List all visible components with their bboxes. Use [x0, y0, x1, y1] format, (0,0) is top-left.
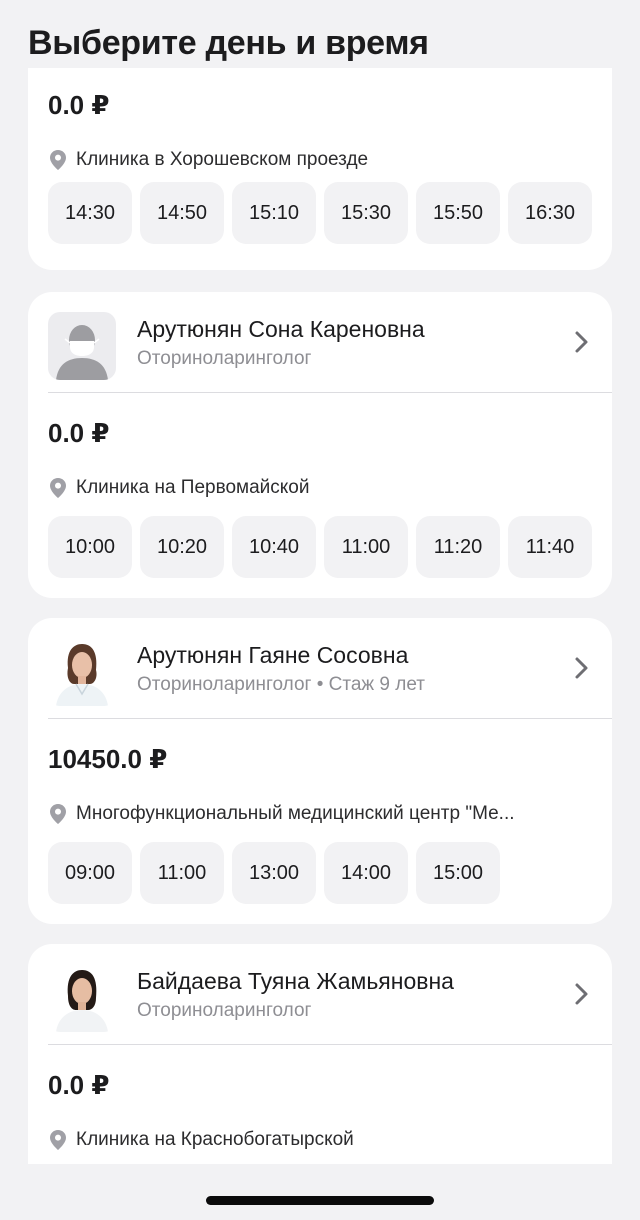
time-slots: 14:30 14:50 15:10 15:30 15:50 16:30	[48, 182, 608, 244]
chevron-right-icon	[575, 331, 588, 353]
doctor-name: Байдаева Туяна Жамьяновна	[137, 968, 454, 994]
time-slot[interactable]: 11:40	[508, 516, 592, 578]
clinic-address[interactable]: Клиника на Первомайской	[50, 476, 595, 500]
doctor-specialty: Оториноларинголог	[137, 348, 312, 369]
doctor-name: Арутюнян Сона Кареновна	[137, 316, 425, 342]
time-slot[interactable]: 09:00	[48, 842, 132, 904]
time-slot[interactable]: 16:30	[508, 182, 592, 244]
chevron-right-icon	[575, 983, 588, 1005]
page-title: Выберите день и время	[28, 24, 429, 62]
screen: Выберите день и время 0.0 ₽ Клиника в Хо…	[0, 0, 640, 1220]
time-slot[interactable]: 13:00	[232, 842, 316, 904]
time-slot[interactable]: 14:00	[324, 842, 408, 904]
location-pin-icon	[50, 1130, 66, 1150]
time-slot[interactable]: 15:50	[416, 182, 500, 244]
time-slot[interactable]: 11:20	[416, 516, 500, 578]
clinic-address[interactable]: Клиника на Краснобогатырской	[50, 1128, 595, 1152]
price: 0.0 ₽	[48, 90, 110, 120]
time-slot[interactable]: 15:30	[324, 182, 408, 244]
doctor-header[interactable]: Арутюнян Гаяне Сосовна Оториноларинголог…	[28, 618, 612, 719]
time-slot[interactable]: 10:20	[140, 516, 224, 578]
doctor-card: Арутюнян Гаяне Сосовна Оториноларинголог…	[28, 618, 612, 924]
doctor-list[interactable]: 0.0 ₽ Клиника в Хорошевском проезде 14:3…	[28, 68, 612, 1164]
doctor-card: Байдаева Туяна Жамьяновна Оториноларинго…	[28, 944, 612, 1164]
clinic-name: Клиника на Первомайской	[76, 477, 310, 498]
home-indicator[interactable]	[206, 1196, 434, 1205]
divider	[48, 718, 612, 719]
doctor-name: Арутюнян Гаяне Сосовна	[137, 642, 409, 668]
clinic-address[interactable]: Многофункциональный медицинский центр "М…	[50, 802, 595, 826]
time-slot[interactable]: 15:00	[416, 842, 500, 904]
price: 0.0 ₽	[48, 1070, 110, 1100]
clinic-name: Многофункциональный медицинский центр "М…	[76, 803, 515, 824]
time-slot[interactable]: 10:40	[232, 516, 316, 578]
time-slots: 09:00 11:00 13:00 14:00 15:00	[48, 842, 608, 904]
time-slots: 10:00 10:20 10:40 11:00 11:20 11:40	[48, 516, 608, 578]
location-pin-icon	[50, 478, 66, 498]
doctor-header[interactable]: Арутюнян Сона Кареновна Оториноларинголо…	[28, 292, 612, 393]
divider	[48, 1044, 612, 1045]
placeholder-avatar-icon	[48, 312, 116, 380]
doctor-photo	[48, 638, 116, 706]
time-slot[interactable]: 14:50	[140, 182, 224, 244]
price: 0.0 ₽	[48, 418, 110, 448]
time-slot[interactable]: 11:00	[140, 842, 224, 904]
doctor-card: Арутюнян Сона Кареновна Оториноларинголо…	[28, 292, 612, 598]
location-pin-icon	[50, 150, 66, 170]
doctor-specialty: Оториноларинголог • Стаж 9 лет	[137, 674, 425, 695]
doctor-photo	[48, 964, 116, 1032]
time-slot[interactable]: 10:00	[48, 516, 132, 578]
clinic-name: Клиника в Хорошевском проезде	[76, 149, 369, 170]
doctor-specialty: Оториноларинголог	[137, 1000, 312, 1021]
doctor-card: 0.0 ₽ Клиника в Хорошевском проезде 14:3…	[28, 68, 612, 270]
clinic-name: Клиника на Краснобогатырской	[76, 1129, 354, 1150]
clinic-address[interactable]: Клиника в Хорошевском проезде	[50, 148, 595, 172]
location-pin-icon	[50, 804, 66, 824]
divider	[48, 392, 612, 393]
price: 10450.0 ₽	[48, 744, 168, 774]
chevron-right-icon	[575, 657, 588, 679]
time-slot[interactable]: 15:10	[232, 182, 316, 244]
time-slot[interactable]: 11:00	[324, 516, 408, 578]
time-slot[interactable]: 14:30	[48, 182, 132, 244]
doctor-header[interactable]: Байдаева Туяна Жамьяновна Оториноларинго…	[28, 944, 612, 1045]
